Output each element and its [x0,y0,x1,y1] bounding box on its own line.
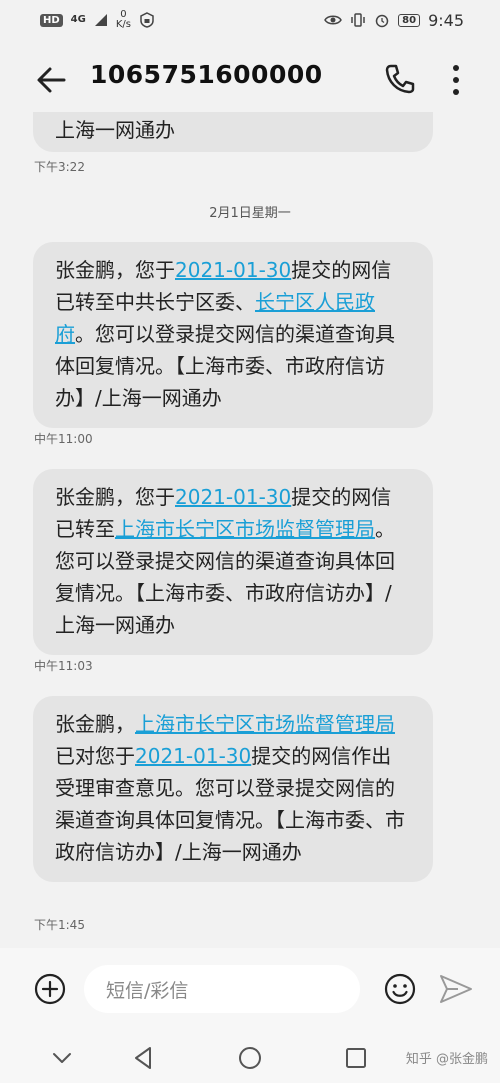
organization-link[interactable]: 上海市长宁区市场监督管理局 [135,712,395,736]
vibrate-icon [351,13,365,27]
nav-collapse-button[interactable] [48,1044,76,1072]
message-time: 中午11:00 [34,432,93,446]
message-input[interactable]: 短信/彩信 [84,965,360,1013]
network-badge: HD [40,13,63,27]
status-time: 9:45 [428,10,464,30]
back-button[interactable] [34,62,70,98]
plus-circle-icon [34,973,66,1005]
system-nav-bar: 知乎 @张金鹏 [0,1030,500,1083]
chevron-down-icon [53,1053,71,1063]
square-recents-icon [346,1048,366,1068]
date-separator: 2月1日星期一 [209,206,291,221]
message-text: 张金鹏，您于 [55,485,175,509]
message-text: 张金鹏， [55,712,135,736]
emoji-icon [384,973,416,1005]
watermark: 知乎 @张金鹏 [405,1052,488,1067]
message-text: 张金鹏，您于 [55,258,175,282]
speed-unit: K/s [115,19,131,30]
organization-link[interactable]: 上海市长宁区市场监督管理局 [115,517,375,541]
more-options-button[interactable] [446,62,466,98]
phone-icon [385,64,415,94]
attach-button[interactable] [33,972,67,1006]
send-button[interactable] [438,972,474,1006]
alarm-icon [375,14,389,28]
message-composer: 短信/彩信 [0,948,500,1030]
message-time: 中午11:03 [34,659,93,673]
message-text: 已对您于 [55,744,135,768]
page-title: 1065751600000 [90,60,323,89]
message-bubble[interactable]: 张金鹏，您于2021-01-30提交的网信已转至上海市长宁区市场监督管理局。您可… [33,469,433,655]
signal-icon [94,14,107,26]
triangle-back-icon [135,1047,151,1069]
status-left: HD 4G 0 K/s [40,10,155,30]
conversation-header: 1065751600000 [0,48,500,112]
nav-recents-button[interactable] [342,1044,370,1072]
message-text: 。您可以登录提交网信的渠道查询具体回复情况。【上海市委、市政府信访办】/上海一网… [55,322,395,410]
circle-home-icon [239,1047,261,1069]
message-bubble[interactable]: 张金鹏，您于2021-01-30提交的网信已转至中共长宁区委、长宁区人民政府。您… [33,242,433,428]
message-bubble-partial[interactable]: 上海一网通办 [33,112,433,152]
status-bar: HD 4G 0 K/s 80 9:45 [0,0,500,40]
network-speed: 0 K/s [116,10,131,30]
status-right: 80 9:45 [324,11,464,30]
nav-home-button[interactable] [236,1044,264,1072]
eye-icon [324,15,343,25]
message-thread[interactable]: 上海一网通办 下午3:22 2月1日星期一 张金鹏，您于2021-01-30提交… [0,112,500,948]
nav-back-button[interactable] [130,1044,158,1072]
message-input-placeholder: 短信/彩信 [106,979,189,1002]
shield-icon [140,12,154,28]
signal-label: 4G [70,14,86,25]
date-link[interactable]: 2021-01-30 [135,744,251,768]
back-arrow-icon [37,67,66,93]
call-button[interactable] [383,62,417,96]
message-text: 上海一网通办 [55,118,175,142]
message-time: 下午3:22 [34,160,85,174]
more-vertical-icon [453,65,459,95]
date-link[interactable]: 2021-01-30 [175,258,291,282]
battery-indicator: 80 [398,13,421,27]
message-bubble[interactable]: 张金鹏，上海市长宁区市场监督管理局已对您于2021-01-30提交的网信作出受理… [33,696,433,882]
date-link[interactable]: 2021-01-30 [175,485,291,509]
message-time: 下午1:45 [34,918,85,932]
send-icon [440,975,472,1003]
emoji-button[interactable] [383,972,417,1006]
